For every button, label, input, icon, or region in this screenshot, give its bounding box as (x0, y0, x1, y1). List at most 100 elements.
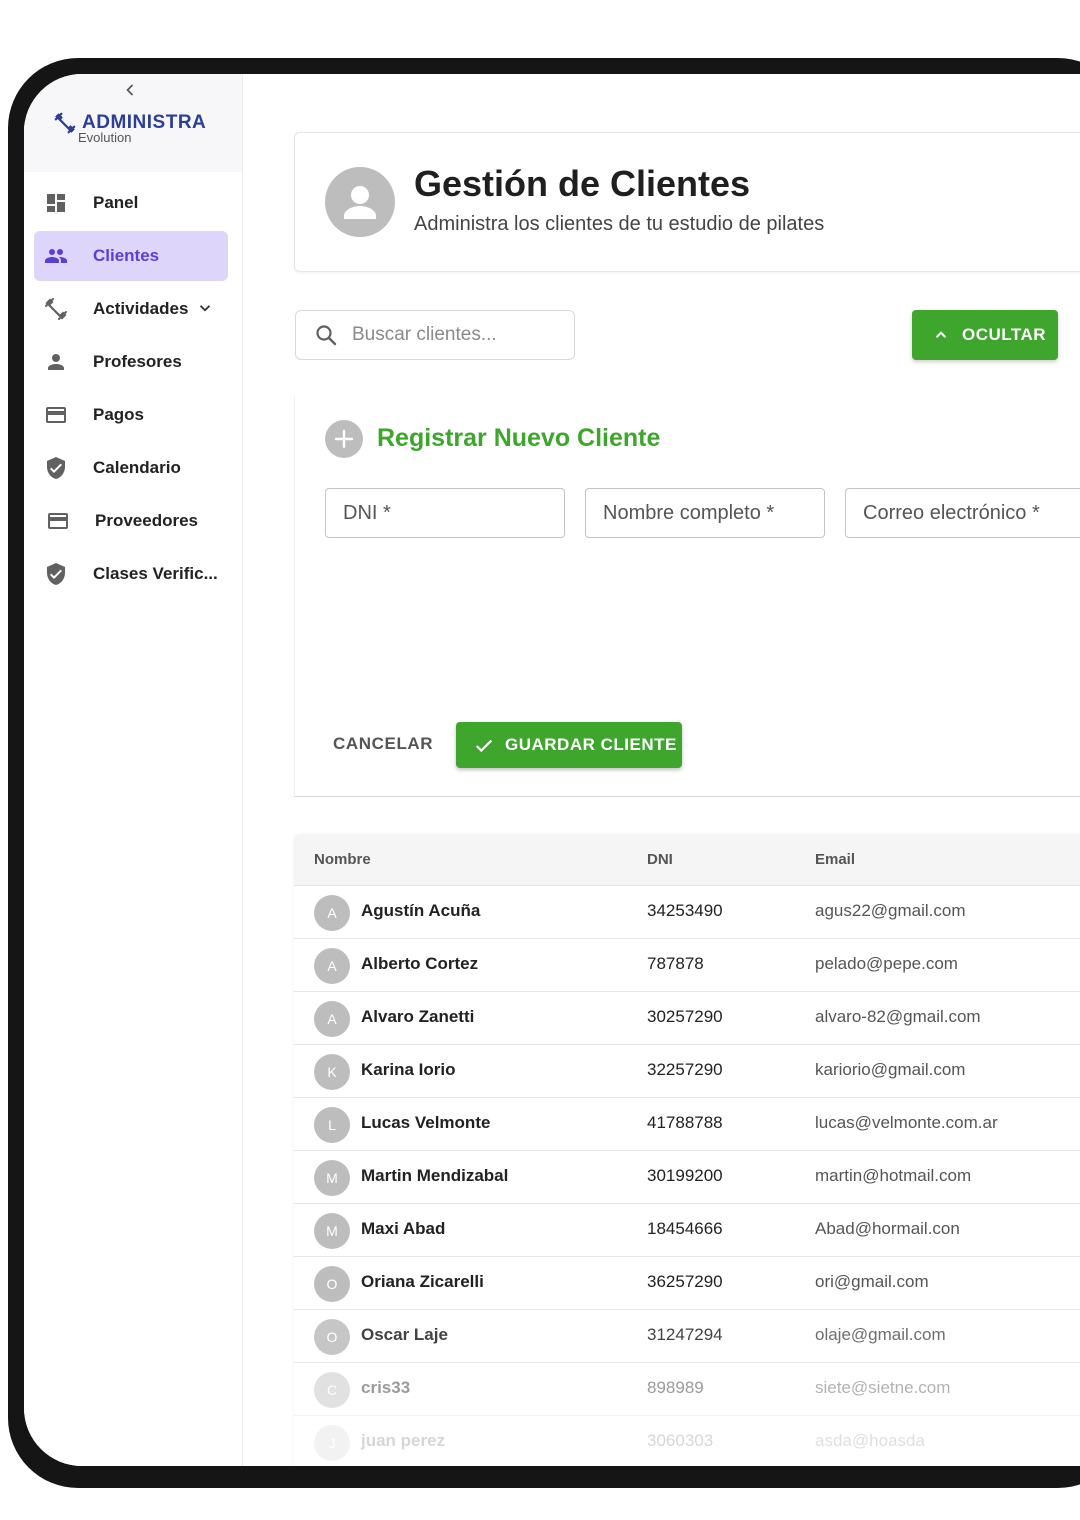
client-email: agus22@gmail.com (815, 901, 966, 920)
client-name: Karina Iorio (361, 1060, 456, 1079)
sidebar-nav: Panel Clientes Actividades Profesores Pa… (24, 178, 242, 602)
cancel-button[interactable]: CANCELAR (333, 734, 433, 754)
client-name: cris33 (361, 1378, 411, 1397)
sidebar-item-panel[interactable]: Panel (34, 178, 228, 228)
sidebar-item-actividades[interactable]: Actividades (34, 284, 228, 334)
sidebar-item-pagos[interactable]: Pagos (34, 390, 228, 440)
client-email: alvaro-82@gmail.com (815, 1007, 981, 1026)
table-row[interactable]: K Karina Iorio 32257290 kariorio@gmail.com (294, 1045, 1080, 1098)
logo-subtitle: Evolution (78, 130, 132, 145)
sidebar-item-clientes[interactable]: Clientes (34, 231, 228, 281)
form-title: Registrar Nuevo Cliente (377, 424, 661, 452)
client-email: pelado@pepe.com (815, 954, 958, 973)
client-email: Abad@hormail.con (815, 1219, 960, 1238)
client-dni: 31247294 (647, 1325, 723, 1344)
search-icon (316, 325, 337, 346)
client-dni: 3060303 (647, 1431, 714, 1450)
table-row[interactable]: Ccris33 898989 siete@sietne.com (294, 1363, 1080, 1416)
table-row[interactable]: A Alberto Cortez 787878 pelado@pepe.com (294, 939, 1080, 992)
column-header-email[interactable]: Email (815, 851, 855, 868)
client-email: siete@sietne.com (815, 1378, 951, 1397)
add-circle-icon (325, 420, 363, 458)
client-avatar: A (314, 948, 350, 984)
hide-form-button[interactable]: OCULTAR (912, 310, 1058, 360)
save-client-button[interactable]: GUARDAR CLIENTE (456, 722, 682, 768)
client-email: olaje@gmail.com (815, 1325, 946, 1344)
page-subtitle: Administra los clientes de tu estudio de… (414, 213, 825, 235)
client-avatar: M (314, 1160, 350, 1196)
column-header-dni[interactable]: DNI (647, 851, 673, 868)
name-field[interactable]: Nombre completo * (585, 488, 825, 538)
client-name: Alvaro Zanetti (361, 1007, 475, 1026)
client-dni: 36257290 (647, 1272, 723, 1291)
chevron-down-icon[interactable] (196, 299, 214, 317)
new-client-form: Registrar Nuevo Cliente DNI * Nombre com… (294, 396, 1080, 797)
check-icon (475, 739, 493, 753)
sidebar-item-label: Pagos (93, 405, 145, 424)
client-name: Oscar Laje (361, 1325, 448, 1344)
client-name: Oriana Zicarelli (361, 1272, 484, 1291)
app-screen: ADMINISTRA Evolution Panel Clientes Acti… (24, 74, 1080, 1466)
table-row[interactable]: O Oriana Zicarelli 36257290 ori@gmail.com (294, 1257, 1080, 1310)
search-input[interactable] (350, 311, 564, 359)
hide-form-label: OCULTAR (962, 325, 1047, 344)
save-client-label: GUARDAR CLIENTE (505, 735, 677, 754)
search-box[interactable] (295, 310, 575, 360)
client-avatar: A (314, 895, 350, 931)
table-row[interactable]: M Maxi Abad 18454666 Abad@hormail.con (294, 1204, 1080, 1257)
sidebar-item-label: Proveedores (95, 511, 198, 530)
client-dni: 32257290 (647, 1060, 723, 1079)
column-header-name[interactable]: Nombre (314, 851, 371, 868)
collapse-sidebar-button[interactable] (120, 80, 140, 100)
dni-field[interactable]: DNI * (325, 488, 565, 538)
sidebar-item-label: Calendario (93, 458, 181, 477)
page-header: Gestión de Clientes Administra los clien… (294, 132, 1080, 272)
client-email: kariorio@gmail.com (815, 1060, 966, 1079)
clients-table: Nombre DNI Email A Agustín Acuña 34253490 a… (294, 834, 1080, 1466)
dni-field-label: DNI * (343, 502, 391, 524)
client-email: martin@hotmail.com (815, 1166, 972, 1185)
table-row[interactable]: M Martin Mendizabal 30199200 martin@hotmail… (294, 1151, 1080, 1204)
sidebar: ADMINISTRA Evolution Panel Clientes Acti… (24, 74, 243, 1466)
client-avatar: M (314, 1213, 350, 1249)
client-dni: 30257290 (647, 1007, 723, 1026)
sidebar-header: ADMINISTRA Evolution (24, 74, 242, 172)
client-name: juan perez (361, 1431, 446, 1450)
table-row[interactable]: Jjuan perez 3060303 asda@hoasda (294, 1416, 1080, 1466)
client-dni: 898989 (647, 1378, 704, 1397)
client-dni: 34253490 (647, 901, 723, 920)
client-dni: 18454666 (647, 1219, 723, 1238)
client-avatar: O (314, 1266, 350, 1302)
client-avatar: J (314, 1425, 350, 1461)
sidebar-item-proveedores[interactable]: Proveedores (34, 496, 228, 546)
client-avatar: L (314, 1107, 350, 1143)
sidebar-item-calendario[interactable]: Calendario (34, 443, 228, 493)
email-field-label: Correo electrónico * (863, 502, 1040, 524)
credit-card-icon (46, 407, 66, 423)
sidebar-item-profesores[interactable]: Profesores (34, 337, 228, 387)
client-dni: 787878 (647, 954, 704, 973)
credit-card-icon (48, 513, 68, 529)
client-name: Maxi Abad (361, 1219, 446, 1238)
email-field[interactable]: Correo electrónico * (845, 488, 1080, 538)
client-dni: 41788788 (647, 1113, 723, 1132)
table-row[interactable]: O Oscar Laje 31247294 olaje@gmail.com (294, 1310, 1080, 1363)
shield-check-icon (47, 457, 65, 479)
table-row[interactable]: A Alvaro Zanetti 30257290 alvaro-82@gmail.c… (294, 992, 1080, 1045)
table-row[interactable]: A Agustín Acuña 34253490 agus22@gmail.com (294, 886, 1080, 939)
client-name: Martin Mendizabal (361, 1166, 509, 1185)
shield-check-icon (47, 563, 65, 585)
client-avatar: A (314, 1001, 350, 1037)
client-name: Lucas Velmonte (361, 1113, 491, 1132)
sidebar-item-label: Clases Verific... (93, 564, 218, 583)
sidebar-item-clases-verificadas[interactable]: Clases Verific... (34, 549, 228, 599)
sidebar-item-label: Profesores (93, 352, 182, 371)
chevron-left-icon (126, 84, 134, 96)
table-header: Nombre DNI Email (294, 834, 1080, 886)
client-email: ori@gmail.com (815, 1272, 929, 1291)
client-email: asda@hoasda (815, 1431, 925, 1450)
person-icon (48, 354, 64, 370)
table-row[interactable]: L Lucas Velmonte 41788788 lucas@velmonte.co… (294, 1098, 1080, 1151)
client-name: Agustín Acuña (361, 901, 481, 920)
client-email: lucas@velmonte.com.ar (815, 1113, 998, 1132)
